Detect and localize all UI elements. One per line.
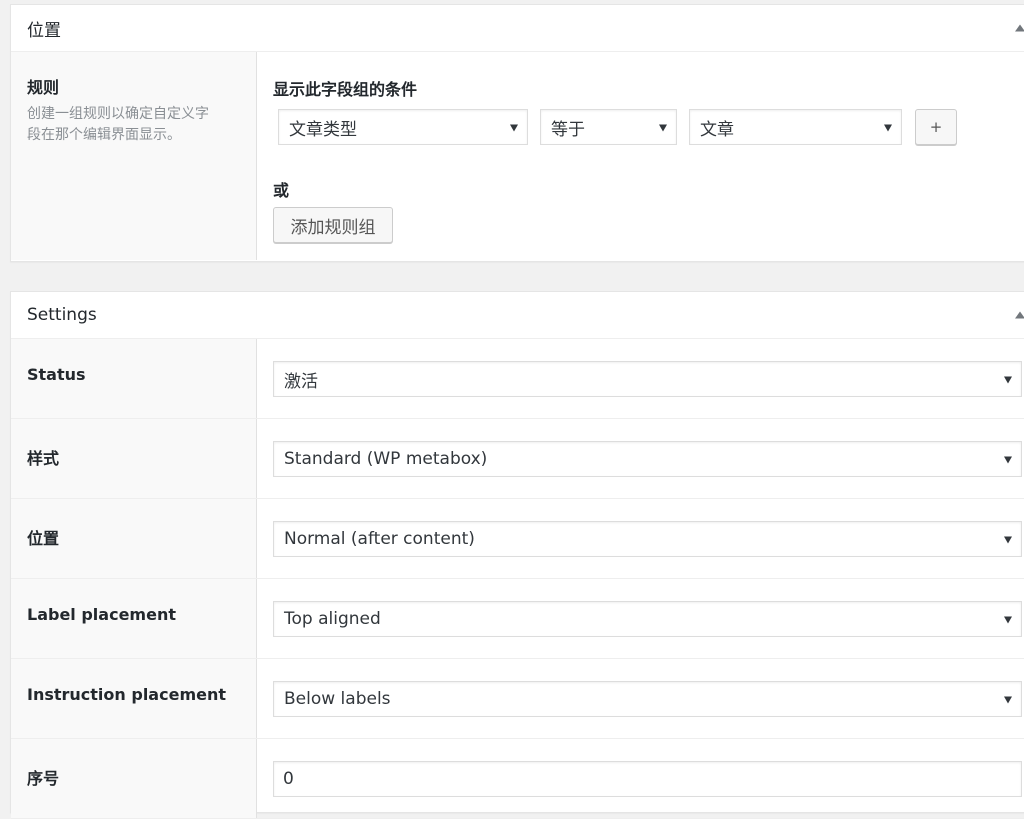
rule-param-select[interactable]: 文章类型 xyxy=(278,109,528,145)
setting-input-cell: 0 xyxy=(257,739,1024,818)
dropdown-arrow-icon xyxy=(1004,376,1012,384)
rules-description: 创建一组规则以确定自定义字 段在那个编辑界面显示。 xyxy=(27,104,240,146)
setting-row-instruction-placement: Instruction placement Below labels xyxy=(11,659,1024,739)
style-label: 样式 xyxy=(27,449,60,468)
setting-label-cell: Label placement xyxy=(11,579,257,658)
settings-title: Settings xyxy=(27,305,97,325)
dropdown-arrow-icon xyxy=(659,124,667,132)
label-placement-value: Top aligned xyxy=(284,609,381,629)
setting-label-cell: 序号 xyxy=(11,739,257,818)
dropdown-arrow-icon xyxy=(1004,536,1012,544)
setting-input-cell: Normal (after content) xyxy=(257,499,1024,578)
style-value: Standard (WP metabox) xyxy=(284,449,488,469)
instruction-placement-select[interactable]: Below labels xyxy=(273,681,1022,717)
style-select[interactable]: Standard (WP metabox) xyxy=(273,441,1022,477)
rules-description-line2: 段在那个编辑界面显示。 xyxy=(27,127,181,143)
setting-row-order: 序号 0 xyxy=(11,739,1024,819)
setting-row-style: 样式 Standard (WP metabox) xyxy=(11,419,1024,499)
position-value: Normal (after content) xyxy=(284,529,475,549)
rule-value-value: 文章 xyxy=(700,119,734,140)
setting-label-cell: Instruction placement xyxy=(11,659,257,738)
rule-group-title: 显示此字段组的条件 xyxy=(273,80,418,99)
collapse-arrow-icon[interactable] xyxy=(1015,24,1024,32)
dropdown-arrow-icon xyxy=(510,124,518,132)
setting-row-label-placement: Label placement Top aligned xyxy=(11,579,1024,659)
location-postbox: 位置 规则 创建一组规则以确定自定义字 段在那个编辑界面显示。 显示此字段组的条… xyxy=(10,4,1024,262)
instruction-placement-value: Below labels xyxy=(284,689,391,709)
add-rule-button[interactable]: + xyxy=(915,109,957,145)
rule-value-select[interactable]: 文章 xyxy=(689,109,902,145)
rules-label: 规则 xyxy=(27,78,60,97)
dropdown-arrow-icon xyxy=(884,124,892,132)
status-label: Status xyxy=(27,365,86,384)
rule-operator-value: 等于 xyxy=(551,119,585,140)
add-rule-group-button[interactable]: 添加规则组 xyxy=(273,207,393,243)
order-value: 0 xyxy=(283,769,294,789)
dropdown-arrow-icon xyxy=(1004,696,1012,704)
rule-condition-row: 文章类型 等于 文章 + xyxy=(278,109,1024,145)
rules-description-line1: 创建一组规则以确定自定义字 xyxy=(27,106,209,122)
setting-label-cell: 位置 xyxy=(11,499,257,578)
settings-header[interactable]: Settings xyxy=(11,292,1024,339)
setting-input-cell: Below labels xyxy=(257,659,1024,738)
status-select[interactable]: 激活 xyxy=(273,361,1022,397)
position-select[interactable]: Normal (after content) xyxy=(273,521,1022,557)
dropdown-arrow-icon xyxy=(1004,456,1012,464)
label-placement-label: Label placement xyxy=(27,605,176,624)
label-placement-select[interactable]: Top aligned xyxy=(273,601,1022,637)
setting-label-cell: Status xyxy=(11,339,257,418)
settings-postbox: Settings Status 激活 样式 Standard (WP metab… xyxy=(10,291,1024,819)
rule-param-value: 文章类型 xyxy=(289,119,357,140)
collapse-arrow-icon[interactable] xyxy=(1015,311,1024,319)
position-label: 位置 xyxy=(27,529,60,548)
setting-row-position: 位置 Normal (after content) xyxy=(11,499,1024,579)
setting-input-cell: 激活 xyxy=(257,339,1024,418)
rules-label-cell: 规则 创建一组规则以确定自定义字 段在那个编辑界面显示。 xyxy=(11,52,257,260)
dropdown-arrow-icon xyxy=(1004,616,1012,624)
status-value: 激活 xyxy=(284,371,318,392)
location-title: 位置 xyxy=(27,20,61,41)
setting-input-cell: Top aligned xyxy=(257,579,1024,658)
rule-operator-select[interactable]: 等于 xyxy=(540,109,677,145)
location-header[interactable]: 位置 xyxy=(11,5,1024,52)
rules-row: 规则 创建一组规则以确定自定义字 段在那个编辑界面显示。 显示此字段组的条件 文… xyxy=(11,52,1024,260)
setting-input-cell: Standard (WP metabox) xyxy=(257,419,1024,498)
setting-row-status: Status 激活 xyxy=(11,339,1024,419)
instruction-placement-label: Instruction placement xyxy=(27,685,226,704)
order-label: 序号 xyxy=(27,769,60,788)
rules-input-cell: 显示此字段组的条件 文章类型 等于 文章 + 或 添加规则组 xyxy=(257,52,1024,260)
or-label: 或 xyxy=(273,181,290,200)
setting-label-cell: 样式 xyxy=(11,419,257,498)
order-input[interactable]: 0 xyxy=(273,761,1022,797)
